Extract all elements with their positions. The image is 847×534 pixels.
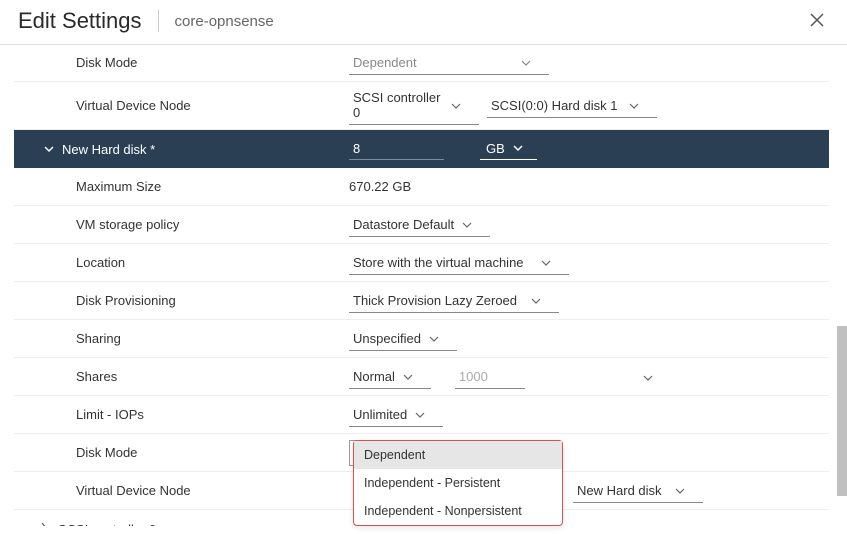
close-button[interactable] <box>809 12 825 31</box>
chevron-down-icon <box>521 55 531 70</box>
disk-mode-dropdown: Dependent Independent - Persistent Indep… <box>353 440 563 526</box>
select-size-unit[interactable]: GB <box>480 138 537 160</box>
input-shares-custom[interactable] <box>455 365 525 389</box>
select-location[interactable]: Store with the virtual machine <box>349 251 569 275</box>
chevron-down-icon <box>629 98 639 113</box>
dialog-header: Edit Settings core-opnsense <box>0 0 847 45</box>
select-disk-mode-existing[interactable]: Dependent <box>349 51 549 75</box>
chevron-down-icon <box>451 98 461 113</box>
header-divider <box>158 10 159 32</box>
new-disk-label: New Hard disk * <box>62 142 155 157</box>
label-storage-policy: VM storage policy <box>14 217 349 232</box>
label-provisioning: Disk Provisioning <box>14 293 349 308</box>
chevron-down-icon <box>541 255 551 270</box>
input-disk-size[interactable] <box>349 138 444 160</box>
chevron-down-icon <box>513 141 523 156</box>
option-independent-persistent[interactable]: Independent - Persistent <box>354 469 562 497</box>
row-disk-mode-existing: Disk Mode Dependent <box>14 44 829 82</box>
chevron-down-icon <box>643 369 653 384</box>
label-limit-iops: Limit - IOPs <box>14 407 349 422</box>
chevron-down-icon <box>675 483 685 498</box>
row-max-size: Maximum Size 670.22 GB <box>14 168 829 206</box>
select-shares-level[interactable]: Normal <box>349 365 431 389</box>
option-dependent[interactable]: Dependent <box>354 441 562 469</box>
label-shares: Shares <box>14 369 349 384</box>
select-storage-policy[interactable]: Datastore Default <box>349 213 490 237</box>
select-limit-iops[interactable]: Unlimited <box>349 403 443 427</box>
select-provisioning[interactable]: Thick Provision Lazy Zeroed <box>349 289 559 313</box>
select-new-disk-slot[interactable]: New Hard disk <box>573 479 703 503</box>
select-scsi-slot[interactable]: SCSI(0:0) Hard disk 1 <box>487 94 657 118</box>
section-new-hard-disk[interactable]: New Hard disk * GB <box>14 130 829 168</box>
chevron-right-icon <box>40 522 48 526</box>
row-location: Location Store with the virtual machine <box>14 244 829 282</box>
row-provisioning: Disk Provisioning Thick Provision Lazy Z… <box>14 282 829 320</box>
chevron-down-icon <box>44 142 54 157</box>
chevron-down-icon <box>403 369 413 384</box>
scrollbar-thumb[interactable] <box>837 326 847 496</box>
chevron-down-icon <box>415 407 425 422</box>
label-vnode-new: Virtual Device Node <box>14 483 349 498</box>
dialog-title: Edit Settings <box>18 8 142 34</box>
row-limit-iops: Limit - IOPs Unlimited <box>14 396 829 434</box>
row-vnode-existing: Virtual Device Node SCSI controller 0 SC… <box>14 82 829 130</box>
close-icon <box>809 12 825 28</box>
row-sharing: Sharing Unspecified <box>14 320 829 358</box>
label-max-size: Maximum Size <box>14 179 349 194</box>
select-sharing[interactable]: Unspecified <box>349 327 457 351</box>
row-shares: Shares Normal <box>14 358 829 396</box>
label-location: Location <box>14 255 349 270</box>
select-scsi-controller[interactable]: SCSI controller 0 <box>349 86 479 125</box>
value-max-size: 670.22 GB <box>349 179 411 194</box>
label-sharing: Sharing <box>14 331 349 346</box>
label-vnode: Virtual Device Node <box>14 98 349 113</box>
row-storage-policy: VM storage policy Datastore Default <box>14 206 829 244</box>
scsi-controller-label: SCSI controller 0 <box>58 522 156 526</box>
chevron-down-icon <box>462 217 472 232</box>
label-disk-mode: Disk Mode <box>14 55 349 70</box>
chevron-down-icon <box>531 293 541 308</box>
label-disk-mode-new: Disk Mode <box>14 445 349 460</box>
vm-name: core-opnsense <box>175 13 274 30</box>
option-independent-nonpersistent[interactable]: Independent - Nonpersistent <box>354 497 562 525</box>
chevron-down-icon <box>429 331 439 346</box>
